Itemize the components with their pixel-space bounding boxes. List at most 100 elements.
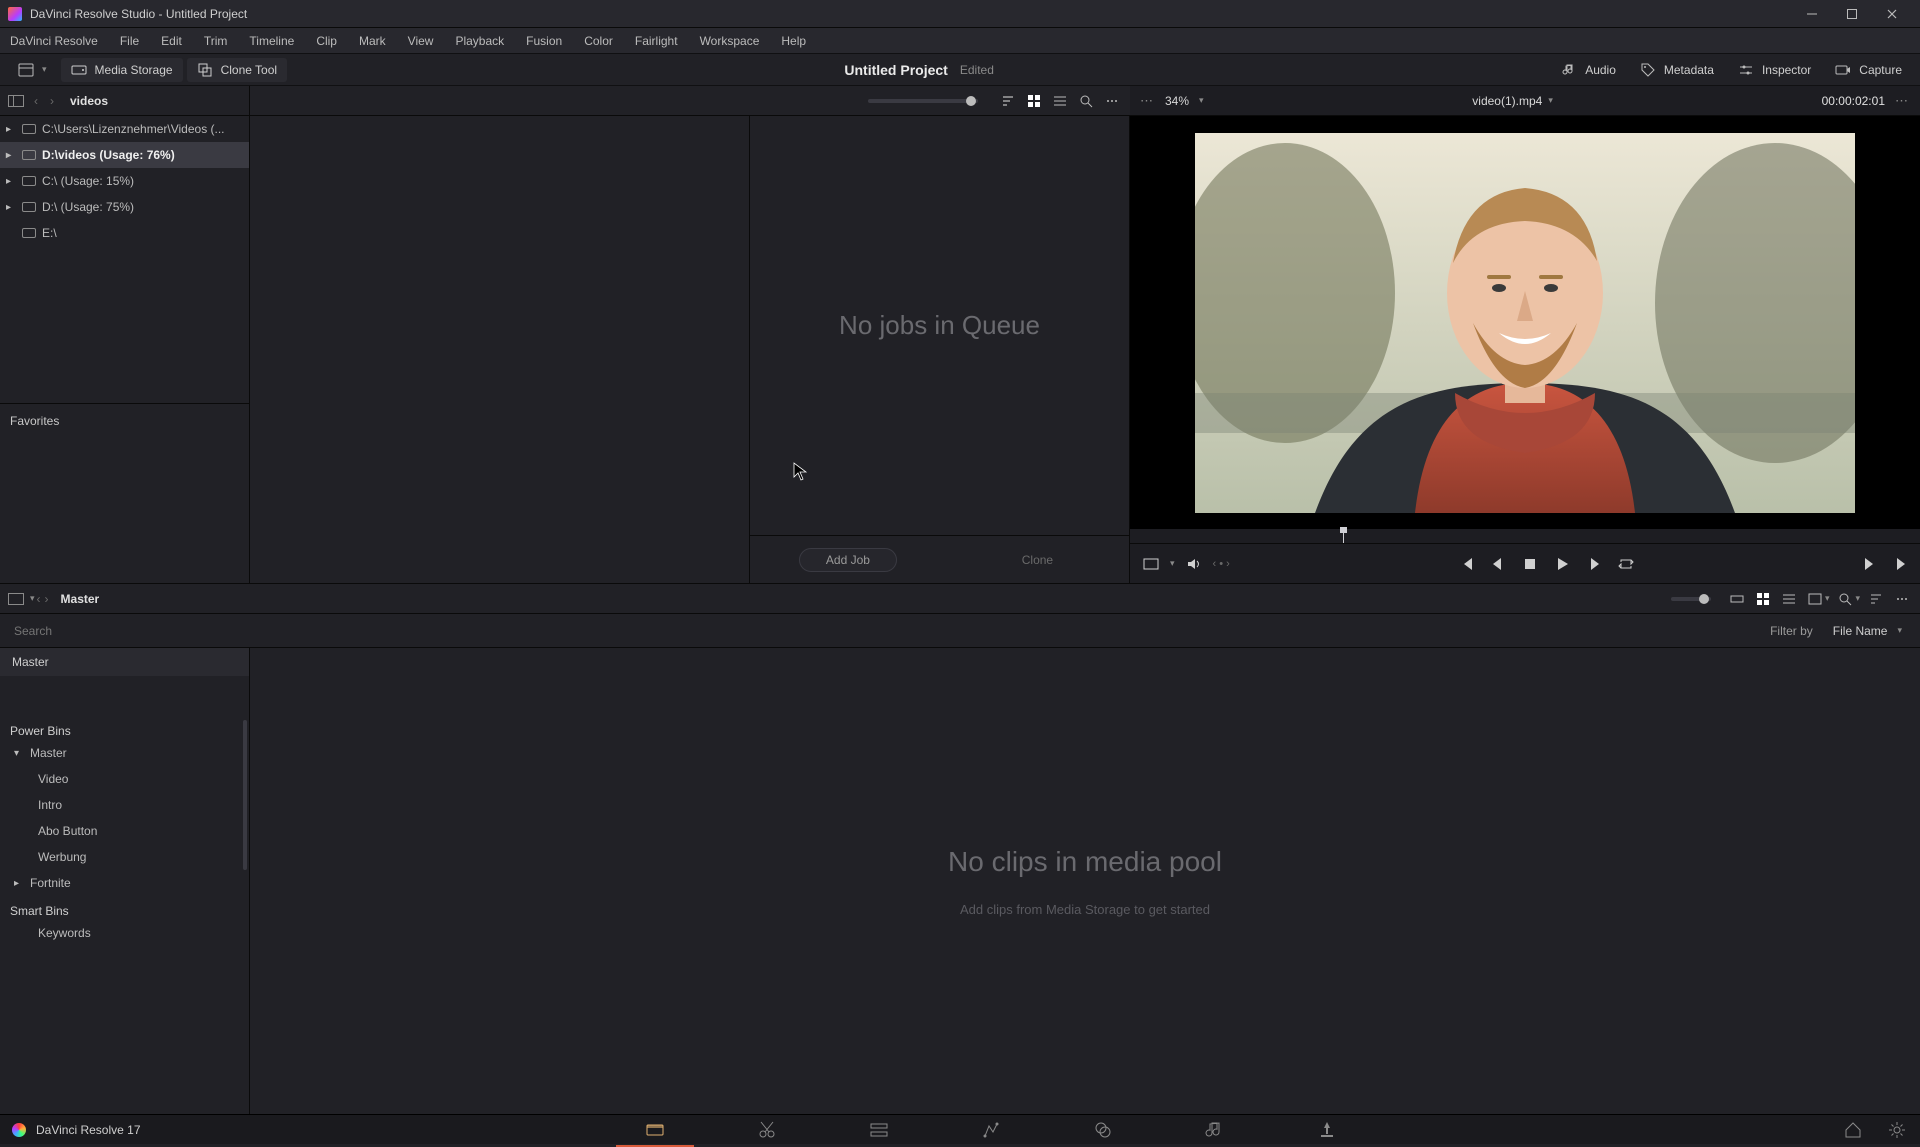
- storage-item[interactable]: ▸C:\Users\Lizenznehmer\Videos (...: [0, 116, 249, 142]
- menu-file[interactable]: File: [110, 31, 149, 51]
- browser-empty-area[interactable]: [250, 116, 750, 583]
- bin-master[interactable]: Master: [0, 648, 249, 676]
- play-icon[interactable]: [1553, 555, 1571, 573]
- bin-item[interactable]: Abo Button: [0, 818, 249, 844]
- panel-toggle-icon[interactable]: [8, 593, 24, 605]
- search-icon[interactable]: [1076, 91, 1096, 111]
- jog-indicator[interactable]: ‹ • ›: [1213, 558, 1230, 570]
- page-edit[interactable]: [868, 1119, 890, 1141]
- menu-fusion[interactable]: Fusion: [516, 31, 572, 51]
- first-frame-icon[interactable]: [1457, 555, 1475, 573]
- power-bins-header[interactable]: Power Bins: [0, 716, 249, 740]
- volume-icon[interactable]: [1185, 555, 1203, 573]
- inspector-toggle[interactable]: Inspector: [1728, 58, 1821, 82]
- grid-view-icon[interactable]: [1753, 589, 1773, 609]
- menu-davinci[interactable]: DaVinci Resolve: [6, 31, 108, 51]
- viewer-options-icon[interactable]: ⋯: [1140, 93, 1155, 109]
- viewer-canvas[interactable]: [1130, 116, 1920, 529]
- timecode[interactable]: 00:00:02:01: [1822, 94, 1885, 108]
- storage-item[interactable]: ▸D:\ (Usage: 75%): [0, 194, 249, 220]
- frame-icon[interactable]: [1805, 589, 1825, 609]
- smart-bins-header[interactable]: Smart Bins: [0, 896, 249, 920]
- sort-icon[interactable]: [998, 91, 1018, 111]
- search-icon[interactable]: [1835, 589, 1855, 609]
- page-color[interactable]: [1092, 1119, 1114, 1141]
- settings-icon[interactable]: [1886, 1119, 1908, 1141]
- close-button[interactable]: [1872, 4, 1912, 24]
- strip-view-icon[interactable]: [1727, 589, 1747, 609]
- storage-item[interactable]: ▸E:\: [0, 220, 249, 246]
- chevron-down-icon[interactable]: ▾: [1825, 593, 1830, 604]
- menu-color[interactable]: Color: [574, 31, 623, 51]
- capture-toggle[interactable]: Capture: [1825, 58, 1912, 82]
- home-icon[interactable]: [1842, 1119, 1864, 1141]
- page-fusion[interactable]: [980, 1119, 1002, 1141]
- nav-back[interactable]: ‹: [32, 94, 40, 108]
- loop-icon[interactable]: [1617, 555, 1635, 573]
- media-storage-toggle[interactable]: Media Storage: [61, 58, 183, 82]
- stop-icon[interactable]: [1521, 555, 1539, 573]
- add-job-label: Add Job: [826, 553, 870, 567]
- nav-fwd[interactable]: ›: [48, 94, 56, 108]
- page-deliver[interactable]: [1316, 1119, 1338, 1141]
- metadata-toggle[interactable]: Metadata: [1630, 58, 1724, 82]
- menu-timeline[interactable]: Timeline: [239, 31, 304, 51]
- menu-trim[interactable]: Trim: [194, 31, 238, 51]
- chevron-down-icon: ▾: [1897, 625, 1902, 636]
- clone-tool-label: Clone Tool: [221, 63, 277, 77]
- playhead-icon[interactable]: [1343, 529, 1344, 543]
- maximize-button[interactable]: [1832, 4, 1872, 24]
- last-frame-icon[interactable]: [1862, 555, 1880, 573]
- grid-view-icon[interactable]: [1024, 91, 1044, 111]
- mark-out-icon[interactable]: [1890, 555, 1908, 573]
- menu-fairlight[interactable]: Fairlight: [625, 31, 688, 51]
- chevron-down-icon[interactable]: ▾: [1170, 558, 1175, 569]
- bin-item[interactable]: ▾Master: [0, 740, 249, 766]
- scrollbar[interactable]: [243, 720, 247, 870]
- audio-toggle[interactable]: Audio: [1551, 58, 1626, 82]
- bin-item[interactable]: Werbung: [0, 844, 249, 870]
- menu-mark[interactable]: Mark: [349, 31, 396, 51]
- clone-button[interactable]: Clone: [995, 548, 1080, 572]
- filter-select[interactable]: File Name▾: [1825, 621, 1910, 641]
- menu-playback[interactable]: Playback: [445, 31, 514, 51]
- add-job-button[interactable]: Add Job: [799, 548, 897, 572]
- more-icon[interactable]: [1892, 589, 1912, 609]
- match-frame-icon[interactable]: [1142, 555, 1160, 573]
- chevron-down-icon[interactable]: ▾: [1855, 593, 1860, 604]
- minimize-button[interactable]: [1792, 4, 1832, 24]
- sort-settings-icon[interactable]: [1866, 589, 1886, 609]
- bin-item[interactable]: Video: [0, 766, 249, 792]
- media-pool-canvas[interactable]: No clips in media pool Add clips from Me…: [250, 648, 1920, 1114]
- viewer-timeline[interactable]: [1130, 529, 1920, 543]
- list-view-icon[interactable]: [1050, 91, 1070, 111]
- zoom-value[interactable]: 34%: [1165, 94, 1189, 108]
- nav-fwd[interactable]: ›: [43, 592, 51, 606]
- list-view-icon[interactable]: [1779, 589, 1799, 609]
- chevron-down-icon[interactable]: ▾: [1548, 95, 1553, 106]
- page-cut[interactable]: [756, 1119, 778, 1141]
- menu-edit[interactable]: Edit: [151, 31, 192, 51]
- layout-dropdown[interactable]: ▾: [8, 58, 57, 82]
- bin-item[interactable]: ▸Fortnite: [0, 870, 249, 896]
- storage-item[interactable]: ▸D:\videos (Usage: 76%): [0, 142, 249, 168]
- search-input[interactable]: [10, 618, 1758, 644]
- panel-toggle-icon[interactable]: [8, 95, 24, 107]
- menu-workspace[interactable]: Workspace: [690, 31, 770, 51]
- viewer-more-icon[interactable]: ⋯: [1895, 93, 1910, 109]
- page-media[interactable]: [644, 1119, 666, 1141]
- next-frame-icon[interactable]: [1585, 555, 1603, 573]
- nav-back[interactable]: ‹: [35, 592, 43, 606]
- more-icon[interactable]: [1102, 91, 1122, 111]
- prev-frame-icon[interactable]: [1489, 555, 1507, 573]
- thumb-size-slider[interactable]: [868, 99, 978, 103]
- thumb-size-slider[interactable]: [1671, 597, 1711, 601]
- bin-item[interactable]: Intro: [0, 792, 249, 818]
- menu-view[interactable]: View: [398, 31, 444, 51]
- menu-help[interactable]: Help: [771, 31, 816, 51]
- bin-item[interactable]: Keywords: [0, 920, 249, 946]
- menu-clip[interactable]: Clip: [306, 31, 347, 51]
- page-fairlight[interactable]: [1204, 1119, 1226, 1141]
- clone-tool-toggle[interactable]: Clone Tool: [187, 58, 287, 82]
- storage-item[interactable]: ▸C:\ (Usage: 15%): [0, 168, 249, 194]
